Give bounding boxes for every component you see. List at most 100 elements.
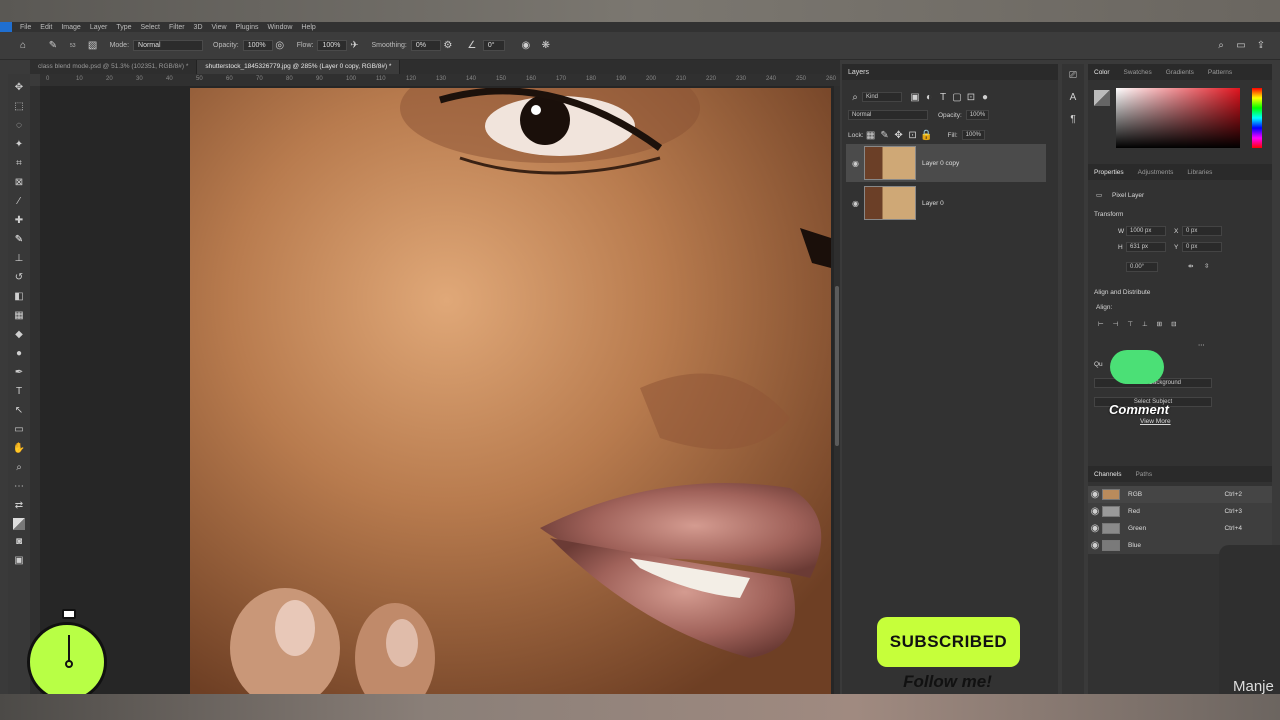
- clone-stamp-tool-icon[interactable]: ⊥: [12, 252, 26, 266]
- menu-type[interactable]: Type: [116, 24, 131, 31]
- menu-view[interactable]: View: [212, 24, 227, 31]
- menu-3d[interactable]: 3D: [194, 24, 203, 31]
- workspace-icon[interactable]: ▭: [1234, 39, 1248, 53]
- channel-row-rgb[interactable]: ◉ RGB Ctrl+2: [1088, 486, 1272, 503]
- layers-panel-title[interactable]: Layers: [848, 69, 869, 76]
- menu-edit[interactable]: Edit: [40, 24, 52, 31]
- eyedropper-tool-icon[interactable]: ⁄: [12, 195, 26, 209]
- lock-transparent-icon[interactable]: ▦: [864, 128, 878, 142]
- rectangle-tool-icon[interactable]: ▭: [12, 423, 26, 437]
- lock-pixels-icon[interactable]: ✎: [878, 128, 892, 142]
- zoom-tool-icon[interactable]: ⌕: [12, 461, 26, 475]
- flip-horizontal-icon[interactable]: ⇹: [1188, 262, 1193, 270]
- hand-tool-icon[interactable]: ✋: [12, 442, 26, 456]
- view-more-link[interactable]: View More: [1140, 418, 1171, 425]
- pressure-size-icon[interactable]: ◉: [519, 39, 533, 53]
- filter-type-icon[interactable]: T: [936, 90, 950, 104]
- hue-slider[interactable]: [1252, 88, 1262, 148]
- flip-vertical-icon[interactable]: ⇳: [1204, 262, 1209, 270]
- eraser-tool-icon[interactable]: ◧: [12, 290, 26, 304]
- color-picker-field[interactable]: [1116, 88, 1240, 148]
- quick-mask-icon[interactable]: ◙: [12, 535, 26, 549]
- layer-row-layer-0-copy[interactable]: ◉ Layer 0 copy: [846, 144, 1046, 182]
- menu-file[interactable]: File: [20, 24, 31, 31]
- lock-artboard-icon[interactable]: ⊡: [906, 128, 920, 142]
- move-tool-icon[interactable]: ✥: [12, 81, 26, 95]
- filter-kind-select[interactable]: Kind: [862, 92, 902, 102]
- layer-opacity-input[interactable]: 100%: [965, 110, 990, 120]
- tab-channels[interactable]: Channels: [1094, 471, 1121, 478]
- x-input[interactable]: 0 px: [1182, 226, 1222, 236]
- align-buttons[interactable]: ⊢⊣⊤⊥⊞⊟: [1098, 320, 1186, 328]
- foreground-background-color-icon[interactable]: [13, 517, 25, 530]
- lock-all-icon[interactable]: 🔒: [920, 128, 934, 142]
- screen-mode-icon[interactable]: ▣: [12, 554, 26, 568]
- visibility-eye-icon[interactable]: ◉: [1088, 522, 1102, 536]
- tab-color[interactable]: Color: [1094, 69, 1110, 76]
- visibility-eye-icon[interactable]: ◉: [1088, 505, 1102, 519]
- history-panel-icon[interactable]: ⎚: [1066, 68, 1080, 82]
- crop-tool-icon[interactable]: ⌗: [12, 157, 26, 171]
- color-swatch-icon[interactable]: [1094, 90, 1110, 106]
- lasso-tool-icon[interactable]: ◌: [12, 119, 26, 133]
- scrollbar-thumb[interactable]: [835, 286, 839, 446]
- align-distribute-title[interactable]: Align and Distribute: [1094, 289, 1150, 296]
- more-tools-icon[interactable]: ⋯: [12, 480, 26, 494]
- visibility-eye-icon[interactable]: ◉: [852, 199, 859, 208]
- filter-toggle-icon[interactable]: ●: [978, 90, 992, 104]
- healing-brush-tool-icon[interactable]: ✚: [12, 214, 26, 228]
- y-input[interactable]: 0 px: [1182, 242, 1222, 252]
- lock-position-icon[interactable]: ✥: [892, 128, 906, 142]
- menu-window[interactable]: Window: [268, 24, 293, 31]
- flow-input[interactable]: 100%: [317, 40, 348, 51]
- pressure-opacity-icon[interactable]: ◎: [273, 39, 287, 53]
- visibility-eye-icon[interactable]: ◉: [1088, 488, 1102, 502]
- tab-patterns[interactable]: Patterns: [1208, 69, 1232, 76]
- tab-libraries[interactable]: Libraries: [1187, 169, 1212, 176]
- tab-swatches[interactable]: Swatches: [1124, 69, 1152, 76]
- menu-select[interactable]: Select: [141, 24, 160, 31]
- dodge-tool-icon[interactable]: ●: [12, 347, 26, 361]
- visibility-eye-icon[interactable]: ◉: [852, 159, 859, 168]
- quick-select-tool-icon[interactable]: ✦: [12, 138, 26, 152]
- visibility-eye-icon[interactable]: ◉: [1088, 539, 1102, 553]
- menu-image[interactable]: Image: [61, 24, 80, 31]
- history-brush-tool-icon[interactable]: ↺: [12, 271, 26, 285]
- tab-shutterstock[interactable]: shutterstock_1845326779.jpg @ 285% (Laye…: [197, 60, 401, 74]
- brush-tool-icon[interactable]: ✎: [12, 233, 26, 247]
- width-input[interactable]: 1000 px: [1126, 226, 1166, 236]
- pen-tool-icon[interactable]: ✒: [12, 366, 26, 380]
- character-panel-icon[interactable]: A: [1066, 90, 1080, 104]
- frame-tool-icon[interactable]: ⊠: [12, 176, 26, 190]
- airbrush-icon[interactable]: ✈: [347, 39, 361, 53]
- gradient-tool-icon[interactable]: ▦: [12, 309, 26, 323]
- gear-icon[interactable]: ⚙: [441, 39, 455, 53]
- search-icon[interactable]: ⌕: [1214, 39, 1228, 53]
- more-align-icon[interactable]: ⋯: [1198, 341, 1205, 349]
- home-icon[interactable]: ⌂: [16, 39, 30, 53]
- channel-row-red[interactable]: ◉ Red Ctrl+3: [1088, 503, 1272, 520]
- tab-properties[interactable]: Properties: [1094, 169, 1124, 176]
- tab-gradients[interactable]: Gradients: [1166, 69, 1194, 76]
- menu-filter[interactable]: Filter: [169, 24, 185, 31]
- quick-actions-title[interactable]: Qu: [1094, 361, 1103, 368]
- filter-adjustment-icon[interactable]: ◐: [922, 90, 936, 104]
- symmetry-icon[interactable]: ❋: [539, 39, 553, 53]
- blend-mode-select[interactable]: Normal: [848, 110, 928, 120]
- path-select-tool-icon[interactable]: ↖: [12, 404, 26, 418]
- mode-select[interactable]: Normal: [133, 40, 204, 51]
- paragraph-panel-icon[interactable]: ¶: [1066, 112, 1080, 126]
- transform-title[interactable]: Transform: [1094, 211, 1123, 218]
- swap-colors-icon[interactable]: ⇄: [12, 499, 26, 513]
- menu-plugins[interactable]: Plugins: [236, 24, 259, 31]
- brush-tool-icon[interactable]: ✎: [46, 39, 60, 53]
- tab-adjustments[interactable]: Adjustments: [1138, 169, 1174, 176]
- filter-pixel-icon[interactable]: ▣: [908, 90, 922, 104]
- fill-input[interactable]: 100%: [961, 130, 986, 140]
- opacity-input[interactable]: 100%: [242, 40, 273, 51]
- channel-row-green[interactable]: ◉ Green Ctrl+4: [1088, 520, 1272, 537]
- layer-row-layer-0[interactable]: ◉ Layer 0: [846, 184, 1046, 222]
- filter-smart-object-icon[interactable]: ⊡: [964, 90, 978, 104]
- type-tool-icon[interactable]: T: [12, 385, 26, 399]
- menu-layer[interactable]: Layer: [90, 24, 108, 31]
